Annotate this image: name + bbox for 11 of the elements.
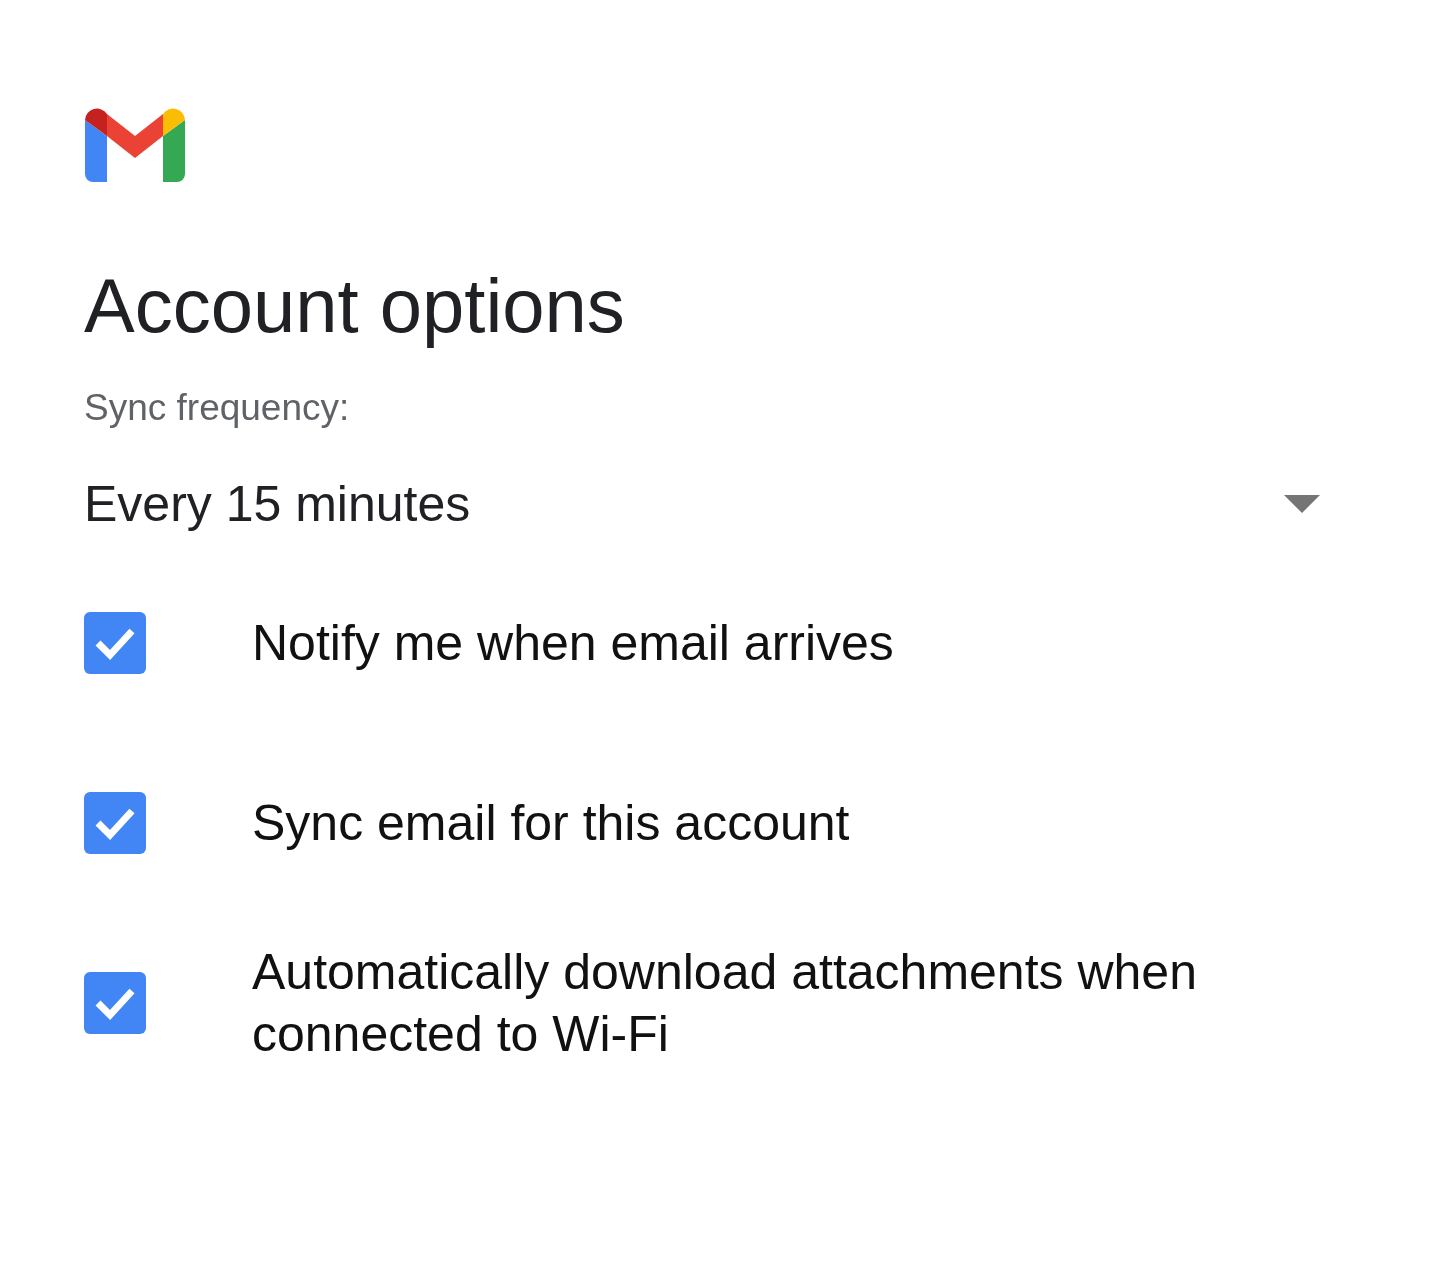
page-title: Account options <box>84 262 625 349</box>
field-label: Sync frequency: <box>84 387 350 429</box>
sync-frequency-dropdown[interactable]: Every 15 minutes <box>84 475 1334 533</box>
m-logo-icon <box>84 106 186 182</box>
checkbox[interactable] <box>84 612 146 674</box>
option-label: Sync email for this account <box>252 794 851 853</box>
option-label: Automatically download attachments when connected to Wi-Fi <box>252 943 1198 1064</box>
caret-icon <box>1284 495 1320 513</box>
option-label: Notify me when email arrives <box>252 614 895 673</box>
checkbox[interactable] <box>84 792 146 854</box>
checkbox[interactable] <box>84 972 146 1034</box>
